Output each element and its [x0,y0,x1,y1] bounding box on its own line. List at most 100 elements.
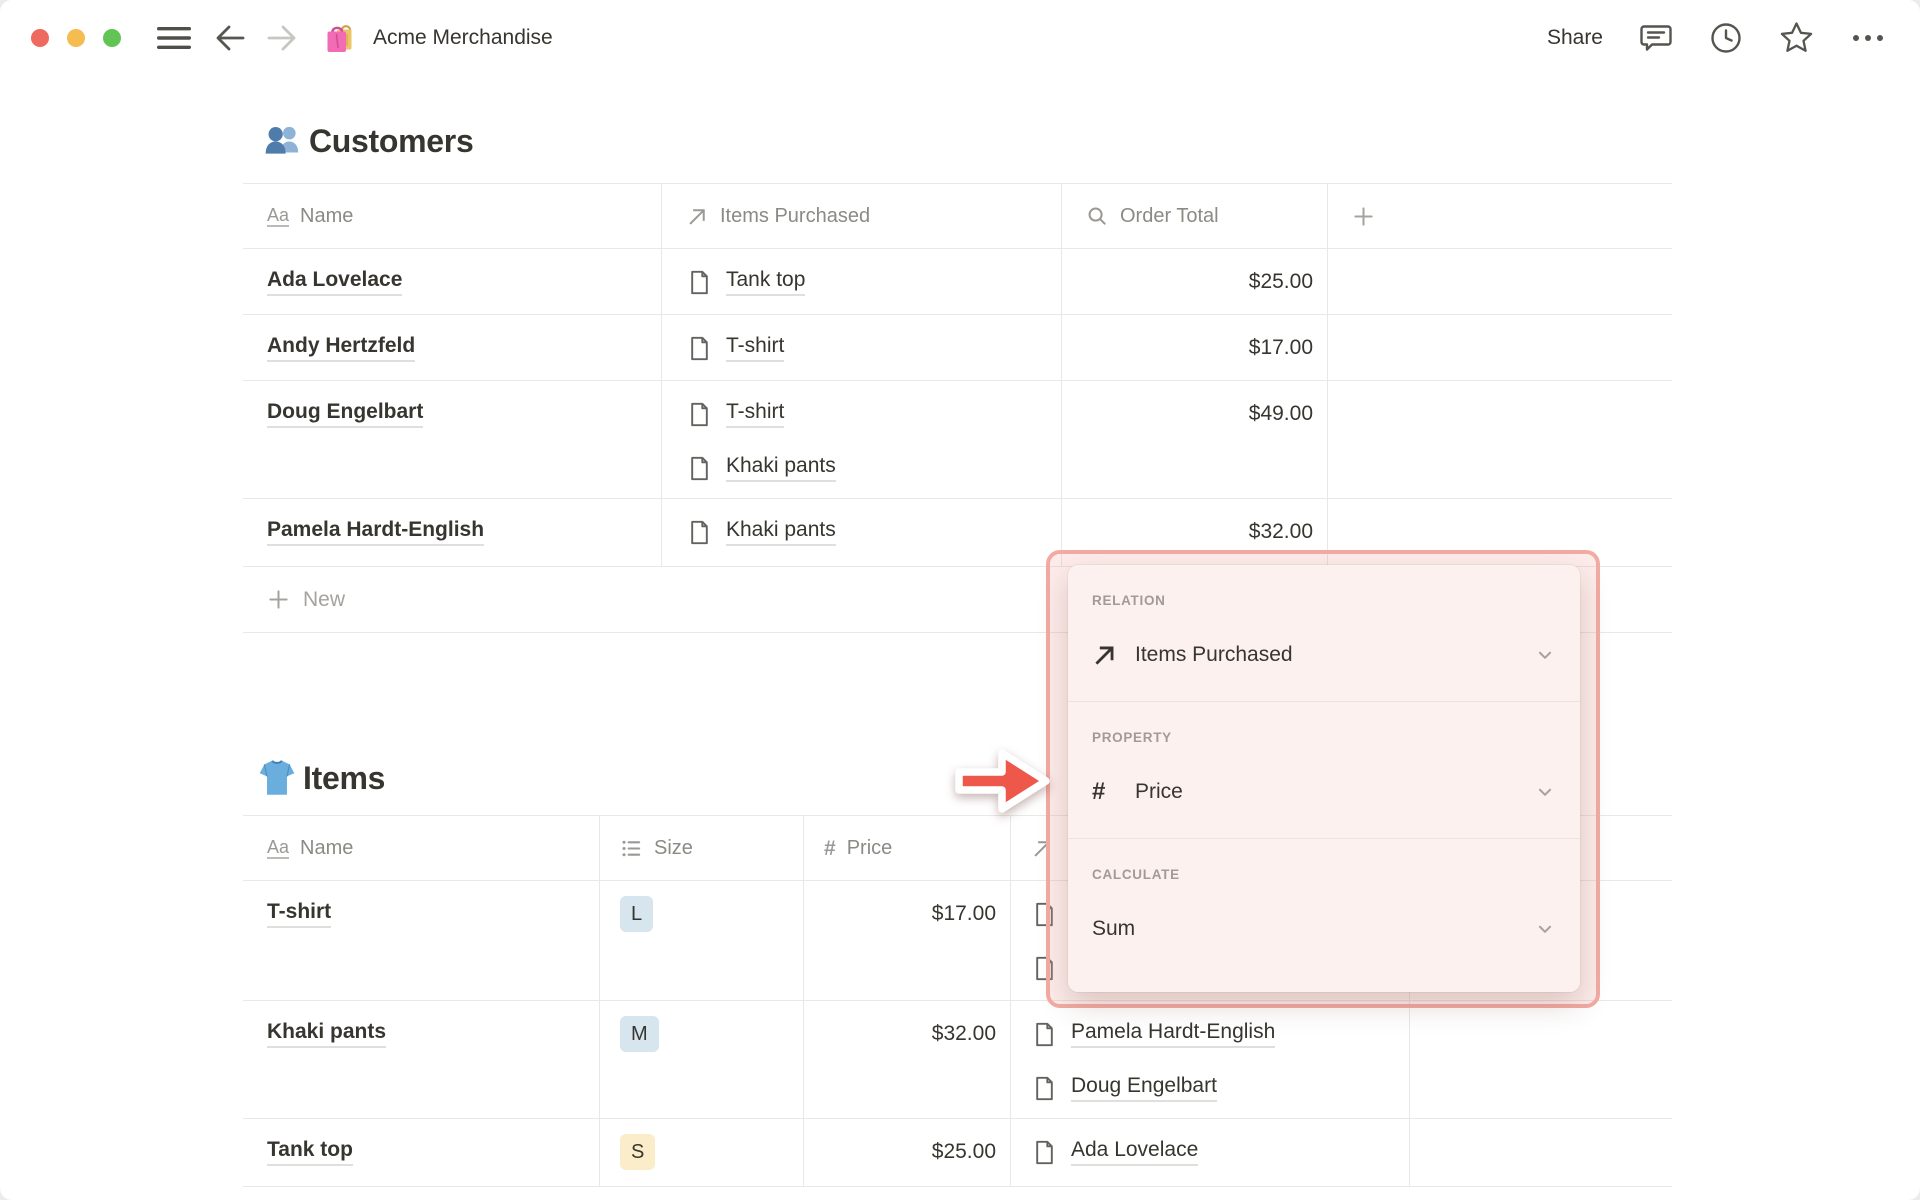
shopping-bags-icon [323,20,360,57]
table-row: Khaki pants M $32.00 Pamela Hardt-English Do… [243,1001,1672,1119]
page-icon [691,520,708,544]
items-purchased-cell[interactable]: Tank top [662,249,1062,314]
column-header-items-purchased[interactable]: Items Purchased [662,184,1062,248]
customers-section-heading: Customers [262,119,474,163]
sidebar-menu-icon[interactable] [157,24,191,52]
items-purchased-cell[interactable]: T-shirt [662,315,1062,380]
more-options-icon[interactable] [1850,32,1886,44]
page-mention[interactable]: Doug Engelbart [1031,1061,1409,1115]
section-title: Customers [309,122,474,159]
page-mention[interactable]: T-shirt [686,321,1061,375]
name-cell[interactable]: Tank top [243,1119,600,1186]
popup-section-relation: RELATION Items Purchased [1068,565,1580,701]
number-icon: # [1092,778,1106,805]
plus-icon [269,590,288,609]
titlebar: Acme Merchandise Share [0,0,1920,76]
popup-dropdown[interactable]: # Price [1092,771,1554,813]
name-cell[interactable]: Andy Hertzfeld [243,315,662,380]
relation-icon [689,208,705,225]
name-cell[interactable]: Doug Engelbart [243,381,662,498]
zoom-window-button[interactable] [103,29,121,47]
page-icon [1036,1022,1053,1046]
favorite-star-icon[interactable] [1779,21,1814,55]
minimize-window-button[interactable] [67,29,85,47]
page-icon [1036,1076,1053,1100]
column-header-size[interactable]: Size [600,816,804,880]
relation-icon [1095,646,1114,665]
size-tag: M [620,1016,659,1052]
order-total-cell[interactable]: $49.00 [1062,381,1328,498]
annotation-arrow-icon [955,749,1050,813]
close-window-button[interactable] [31,29,49,47]
page-mention[interactable]: Pamela Hardt-English [1031,1007,1409,1061]
page-mention[interactable]: Ada Lovelace [1031,1125,1409,1179]
share-button[interactable]: Share [1547,26,1603,50]
size-tag: L [620,896,654,932]
name-cell[interactable]: Pamela Hardt-English [243,499,662,566]
column-header-name[interactable]: Aa Name [243,816,600,880]
table-row: Tank top S $25.00 Ada Lovelace [243,1119,1672,1187]
price-cell[interactable]: $32.00 [804,1001,1011,1118]
popup-section-label: PROPERTY [1092,730,1172,745]
select-list-icon [622,840,641,856]
text-icon: Aa [267,204,290,227]
price-cell[interactable]: $25.00 [804,1119,1011,1186]
popup-section-property: PROPERTY # Price [1068,702,1580,838]
back-icon[interactable] [215,24,245,52]
people-emoji [262,120,304,162]
popup-section-label: RELATION [1092,593,1166,608]
section-title: Items [303,759,386,796]
page-icon [691,336,708,360]
table-row: Doug Engelbart T-shirt Khaki pants $49.00 [243,381,1672,499]
name-cell[interactable]: Khaki pants [243,1001,600,1118]
popup-dropdown[interactable]: Sum [1092,908,1554,950]
table-row: Ada Lovelace Tank top $25.00 [243,249,1672,315]
order-total-cell[interactable]: $25.00 [1062,249,1328,314]
name-cell[interactable]: T-shirt [243,881,600,1000]
page-icon [691,456,708,480]
page-icon [1036,1140,1053,1164]
rollup-search-icon [1088,207,1106,225]
column-header-plus-icon[interactable] [1328,184,1672,248]
customers-cell[interactable]: Ada Lovelace [1011,1119,1410,1186]
size-cell[interactable]: M [600,1001,804,1118]
chevron-down-icon [1538,925,1552,933]
page-title: Acme Merchandise [373,26,553,49]
page-mention[interactable]: T-shirt [686,387,1061,441]
page-mention[interactable]: Khaki pants [686,441,1061,495]
size-tag: S [620,1134,656,1170]
customers-cell[interactable]: Pamela Hardt-English Doug Engelbart [1011,1001,1410,1118]
page-mention[interactable]: Tank top [686,255,1061,309]
price-cell[interactable]: $17.00 [804,881,1011,1000]
comments-icon[interactable] [1639,21,1673,55]
size-cell[interactable]: S [600,1119,804,1186]
order-total-cell[interactable]: $17.00 [1062,315,1328,380]
chevron-down-icon [1538,788,1552,796]
popup-dropdown[interactable]: Items Purchased [1092,634,1554,676]
popup-section-label: CALCULATE [1092,867,1180,882]
empty-cell[interactable] [1328,381,1672,498]
column-header-price[interactable]: # Price [804,816,1011,880]
page-icon [691,402,708,426]
table-header-row: Aa Name Items Purchased Order Total [243,183,1672,249]
empty-cell[interactable] [1328,315,1672,380]
page-icon [691,270,708,294]
updates-clock-icon[interactable] [1709,21,1743,55]
popup-section-calculate: CALCULATE Sum [1068,839,1580,975]
tshirt-emoji [256,757,298,799]
name-cell[interactable]: Ada Lovelace [243,249,662,314]
page-mention[interactable]: Khaki pants [686,505,1061,559]
column-header-name[interactable]: Aa Name [243,184,662,248]
app-window: Acme Merchandise Share Customers Aa Name… [0,0,1920,1200]
size-cell[interactable]: L [600,881,804,1000]
table-row: Andy Hertzfeld T-shirt $17.00 [243,315,1672,381]
items-purchased-cell[interactable]: Khaki pants [662,499,1062,566]
items-section-heading: Items [256,756,385,800]
forward-icon[interactable] [267,24,297,52]
empty-cell[interactable] [1410,1119,1672,1186]
plus-icon [1354,206,1373,226]
items-purchased-cell[interactable]: T-shirt Khaki pants [662,381,1062,498]
empty-cell[interactable] [1410,1001,1672,1118]
column-header-order-total[interactable]: Order Total [1062,184,1328,248]
empty-cell[interactable] [1328,249,1672,314]
